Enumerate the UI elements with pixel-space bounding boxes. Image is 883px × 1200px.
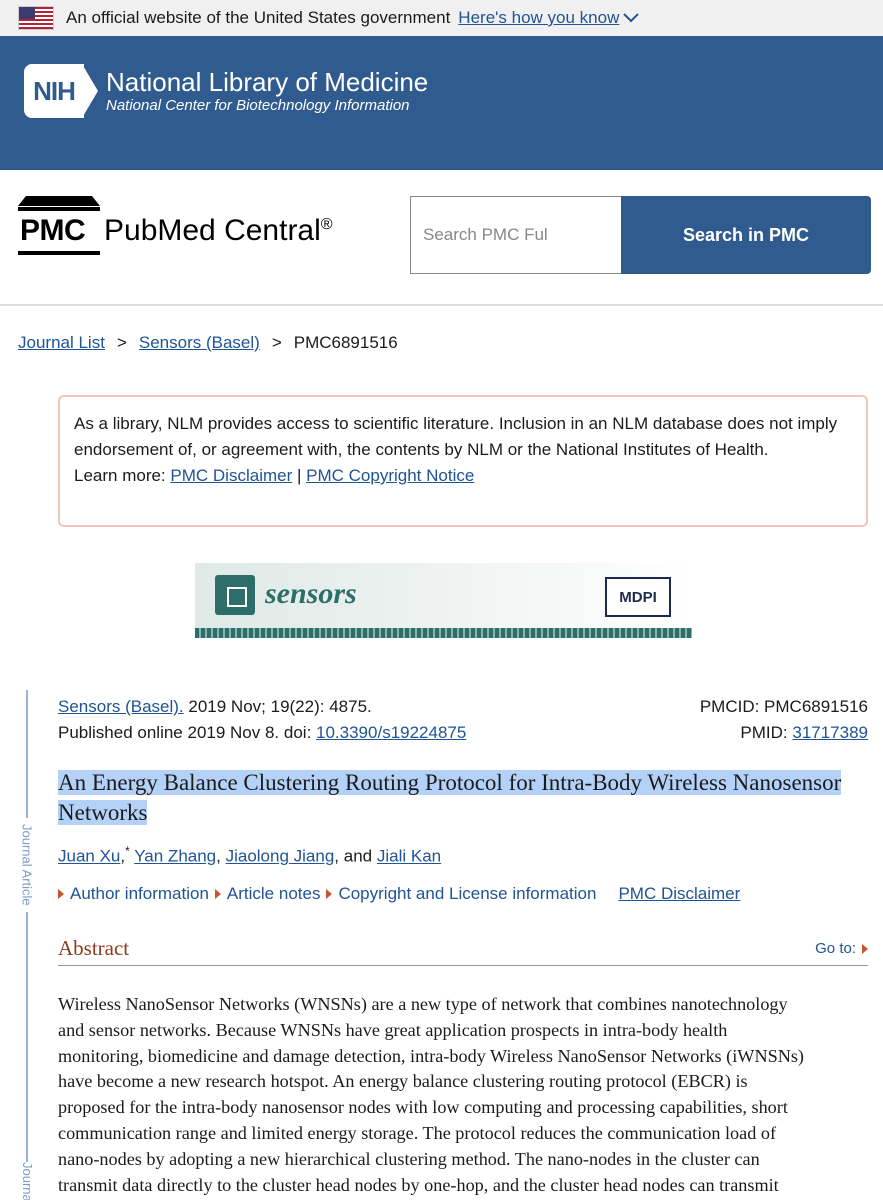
triangle-right-icon: [326, 889, 333, 899]
abstract-line: and sensor networks. Because WNSNs have …: [58, 1019, 728, 1040]
gov-banner-text: An official website of the United States…: [66, 8, 451, 27]
breadcrumb-separator: >: [116, 333, 127, 352]
author-information-toggle[interactable]: Author information: [58, 884, 209, 904]
chevron-down-icon: [623, 13, 640, 23]
breadcrumb-journal-list[interactable]: Journal List: [18, 333, 105, 353]
abstract-line: communication range and limited energy s…: [58, 1122, 777, 1143]
pmid-link[interactable]: 31717389: [792, 723, 868, 742]
copyright-license-toggle[interactable]: Copyright and License information: [326, 884, 596, 904]
nlm-title: National Library of Medicine: [106, 67, 429, 97]
author-list: Juan Xu,* Yan Zhang, Jiaolong Jiang, and…: [58, 844, 442, 866]
author-link[interactable]: Jiaolong Jiang: [226, 847, 335, 866]
author-link[interactable]: Jiali Kan: [377, 847, 441, 866]
pmc-building-icon: PMC: [18, 196, 100, 258]
pmc-logo-link[interactable]: PMC PubMed Central®: [18, 196, 333, 258]
published-online: Published online 2019 Nov 8. doi:: [58, 723, 317, 742]
link-divider: |: [296, 466, 302, 485]
author-link[interactable]: Juan Xu: [58, 847, 120, 866]
abstract-body: Wireless NanoSensor Networks (WNSNs) are…: [58, 992, 873, 1198]
mdpi-logo: MDPI: [605, 577, 671, 617]
journal-banner-name: sensors: [265, 577, 357, 610]
nlm-header: NIH National Library of Medicine Nationa…: [0, 36, 883, 170]
abstract-line: proposed for the intra-body nanosensor n…: [58, 1097, 788, 1118]
abstract-line: transmit data directly to the cluster he…: [58, 1174, 779, 1195]
journal-side-label: Journal: [18, 1162, 36, 1200]
citation-block: Sensors (Basel). 2019 Nov; 19(22): 4875.…: [58, 694, 868, 746]
sensor-chip-icon: [215, 575, 255, 615]
heres-how-you-know-link[interactable]: Here's how you know: [458, 8, 640, 28]
nih-logo-icon: NIH: [24, 64, 100, 118]
breadcrumb-current: PMC6891516: [293, 333, 398, 352]
article-notes-toggle[interactable]: Article notes: [214, 884, 320, 904]
abstract-line: Wireless NanoSensor Networks (WNSNs) are…: [58, 994, 788, 1014]
gov-banner: An official website of the United States…: [0, 0, 883, 36]
search-placeholder: Search PMC Ful: [423, 225, 548, 244]
triangle-right-icon: [862, 943, 868, 954]
learn-more-label: Learn more:: [74, 466, 166, 485]
registered-mark: ®: [320, 216, 333, 233]
us-flag-icon: [18, 6, 54, 30]
side-rail: [26, 690, 28, 1200]
search-in-pmc-button[interactable]: Search in PMC: [621, 196, 871, 274]
triangle-right-icon: [214, 889, 221, 899]
journal-link[interactable]: Sensors (Basel).: [58, 697, 184, 716]
nlm-logo-link[interactable]: NIH National Library of Medicine Nationa…: [24, 64, 428, 118]
breadcrumb-sensors-basel[interactable]: Sensors (Basel): [139, 333, 260, 353]
pmc-search-input[interactable]: Search PMC Ful: [410, 196, 622, 274]
pmc-name: PubMed Central: [104, 214, 321, 247]
doi-link[interactable]: 10.3390/s19224875: [316, 723, 466, 742]
pmcid: PMCID: PMC6891516: [699, 697, 868, 716]
pmid-label: PMID:: [740, 723, 793, 742]
pmc-disclaimer-article-link[interactable]: PMC Disclaimer: [618, 884, 740, 904]
journal-banner[interactable]: sensors MDPI: [195, 563, 692, 638]
pmc-header: PMC PubMed Central® Search PMC Ful Searc…: [0, 170, 883, 306]
disclaimer-text: As a library, NLM provides access to sci…: [74, 414, 838, 459]
journal-article-side-label: Journal Article: [18, 818, 36, 912]
abstract-heading-row: Abstract Go to:: [58, 936, 868, 966]
citation-details: 2019 Nov; 19(22): 4875.: [183, 697, 372, 716]
heres-how-you-know-label: Here's how you know: [458, 8, 620, 27]
breadcrumb: Journal List > Sensors (Basel) > PMC6891…: [18, 333, 398, 353]
abstract-heading: Abstract: [58, 936, 130, 960]
abstract-line: nano-nodes by adopting a new hierarchica…: [58, 1148, 760, 1169]
nlm-subtitle: National Center for Biotechnology Inform…: [106, 97, 410, 114]
pmc-disclaimer-link[interactable]: PMC Disclaimer: [170, 466, 292, 485]
pmc-copyright-notice-link[interactable]: PMC Copyright Notice: [306, 466, 474, 485]
goto-menu[interactable]: Go to:: [815, 940, 868, 957]
nlm-disclaimer-box: As a library, NLM provides access to sci…: [58, 395, 868, 527]
article-title: An Energy Balance Clustering Routing Pro…: [58, 770, 842, 825]
corresponding-mark: *: [125, 844, 130, 858]
abstract-line: have become a new research hotspot. An e…: [58, 1071, 748, 1092]
article-meta-links: Author information Article notes Copyrig…: [58, 884, 740, 904]
abstract-line: monitoring, biomedicine and damage detec…: [58, 1045, 804, 1066]
banner-stripes: [195, 628, 692, 638]
triangle-right-icon: [58, 889, 64, 899]
and-text: and: [343, 846, 373, 866]
author-link[interactable]: Yan Zhang: [134, 847, 216, 866]
breadcrumb-separator: >: [271, 333, 282, 352]
